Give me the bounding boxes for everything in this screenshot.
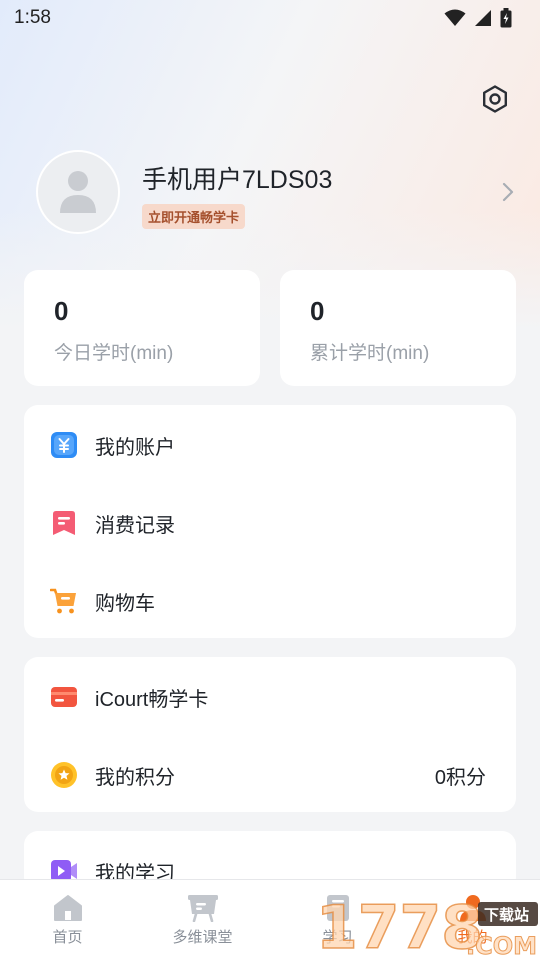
wallet-icon [50, 431, 78, 459]
tab-label: 我的 [457, 929, 488, 946]
receipt-icon [50, 509, 78, 537]
chevron-right-icon [502, 182, 514, 202]
points-icon [50, 761, 78, 789]
stat-card-today[interactable]: 0 今日学时(min) [24, 270, 260, 386]
stat-card-total[interactable]: 0 累计学时(min) [280, 270, 516, 386]
profile-header[interactable]: 手机用户7LDS03 立即开通畅学卡 [36, 150, 516, 234]
menu-item-cart[interactable]: 购物车 [24, 571, 516, 631]
study-icon [326, 895, 349, 921]
home-icon [53, 895, 82, 921]
menu-item-account[interactable]: 我的账户 [24, 415, 516, 475]
tab-label: 多维课堂 [172, 929, 233, 946]
stat-label: 累计学时(min) [310, 343, 430, 364]
wifi-icon [444, 9, 466, 26]
cart-icon [50, 587, 78, 615]
battery-icon [500, 8, 512, 28]
tab-study[interactable]: 学习 [270, 880, 405, 960]
menu-item-icourt-card[interactable]: iCourt畅学卡 [24, 667, 516, 727]
username: 手机用户7LDS03 [142, 166, 333, 194]
settings-button[interactable] [480, 84, 510, 114]
card-icon [50, 683, 78, 711]
menu-label: 我的账户 [95, 436, 175, 459]
status-icons [444, 8, 512, 28]
tab-label: 学习 [322, 929, 353, 946]
tab-label: 首页 [52, 929, 83, 946]
menu-item-purchase-history[interactable]: 消费记录 [24, 493, 516, 553]
avatar[interactable] [36, 150, 120, 234]
status-bar: 1:58 [0, 0, 540, 36]
status-time: 1:58 [14, 7, 51, 28]
tab-classroom[interactable]: 多维课堂 [135, 880, 270, 960]
points-value: 0积分 [434, 766, 486, 789]
menu-label: 购物车 [95, 592, 155, 615]
menu-card-membership: iCourt畅学卡 我的积分 0积分 [24, 657, 516, 812]
vip-badge[interactable]: 立即开通畅学卡 [142, 204, 246, 229]
user-placeholder-icon [60, 171, 96, 213]
tab-profile[interactable]: 我的 [405, 880, 540, 960]
bottom-tab-bar: 首页 多维课堂 学习 我的 [0, 879, 540, 960]
profile-icon [459, 895, 486, 921]
signal-icon [475, 10, 491, 26]
stat-value: 0 [310, 296, 325, 326]
settings-icon [483, 85, 507, 113]
stat-label: 今日学时(min) [54, 343, 174, 364]
menu-label: 我的积分 [95, 766, 175, 789]
menu-item-points[interactable]: 我的积分 0积分 [24, 745, 516, 805]
tab-home[interactable]: 首页 [0, 880, 135, 960]
menu-card-account: 我的账户 消费记录 购物车 [24, 405, 516, 638]
menu-label: 消费记录 [95, 514, 175, 537]
menu-label: iCourt畅学卡 [95, 688, 209, 711]
stat-value: 0 [54, 296, 69, 326]
classroom-icon [187, 895, 218, 922]
